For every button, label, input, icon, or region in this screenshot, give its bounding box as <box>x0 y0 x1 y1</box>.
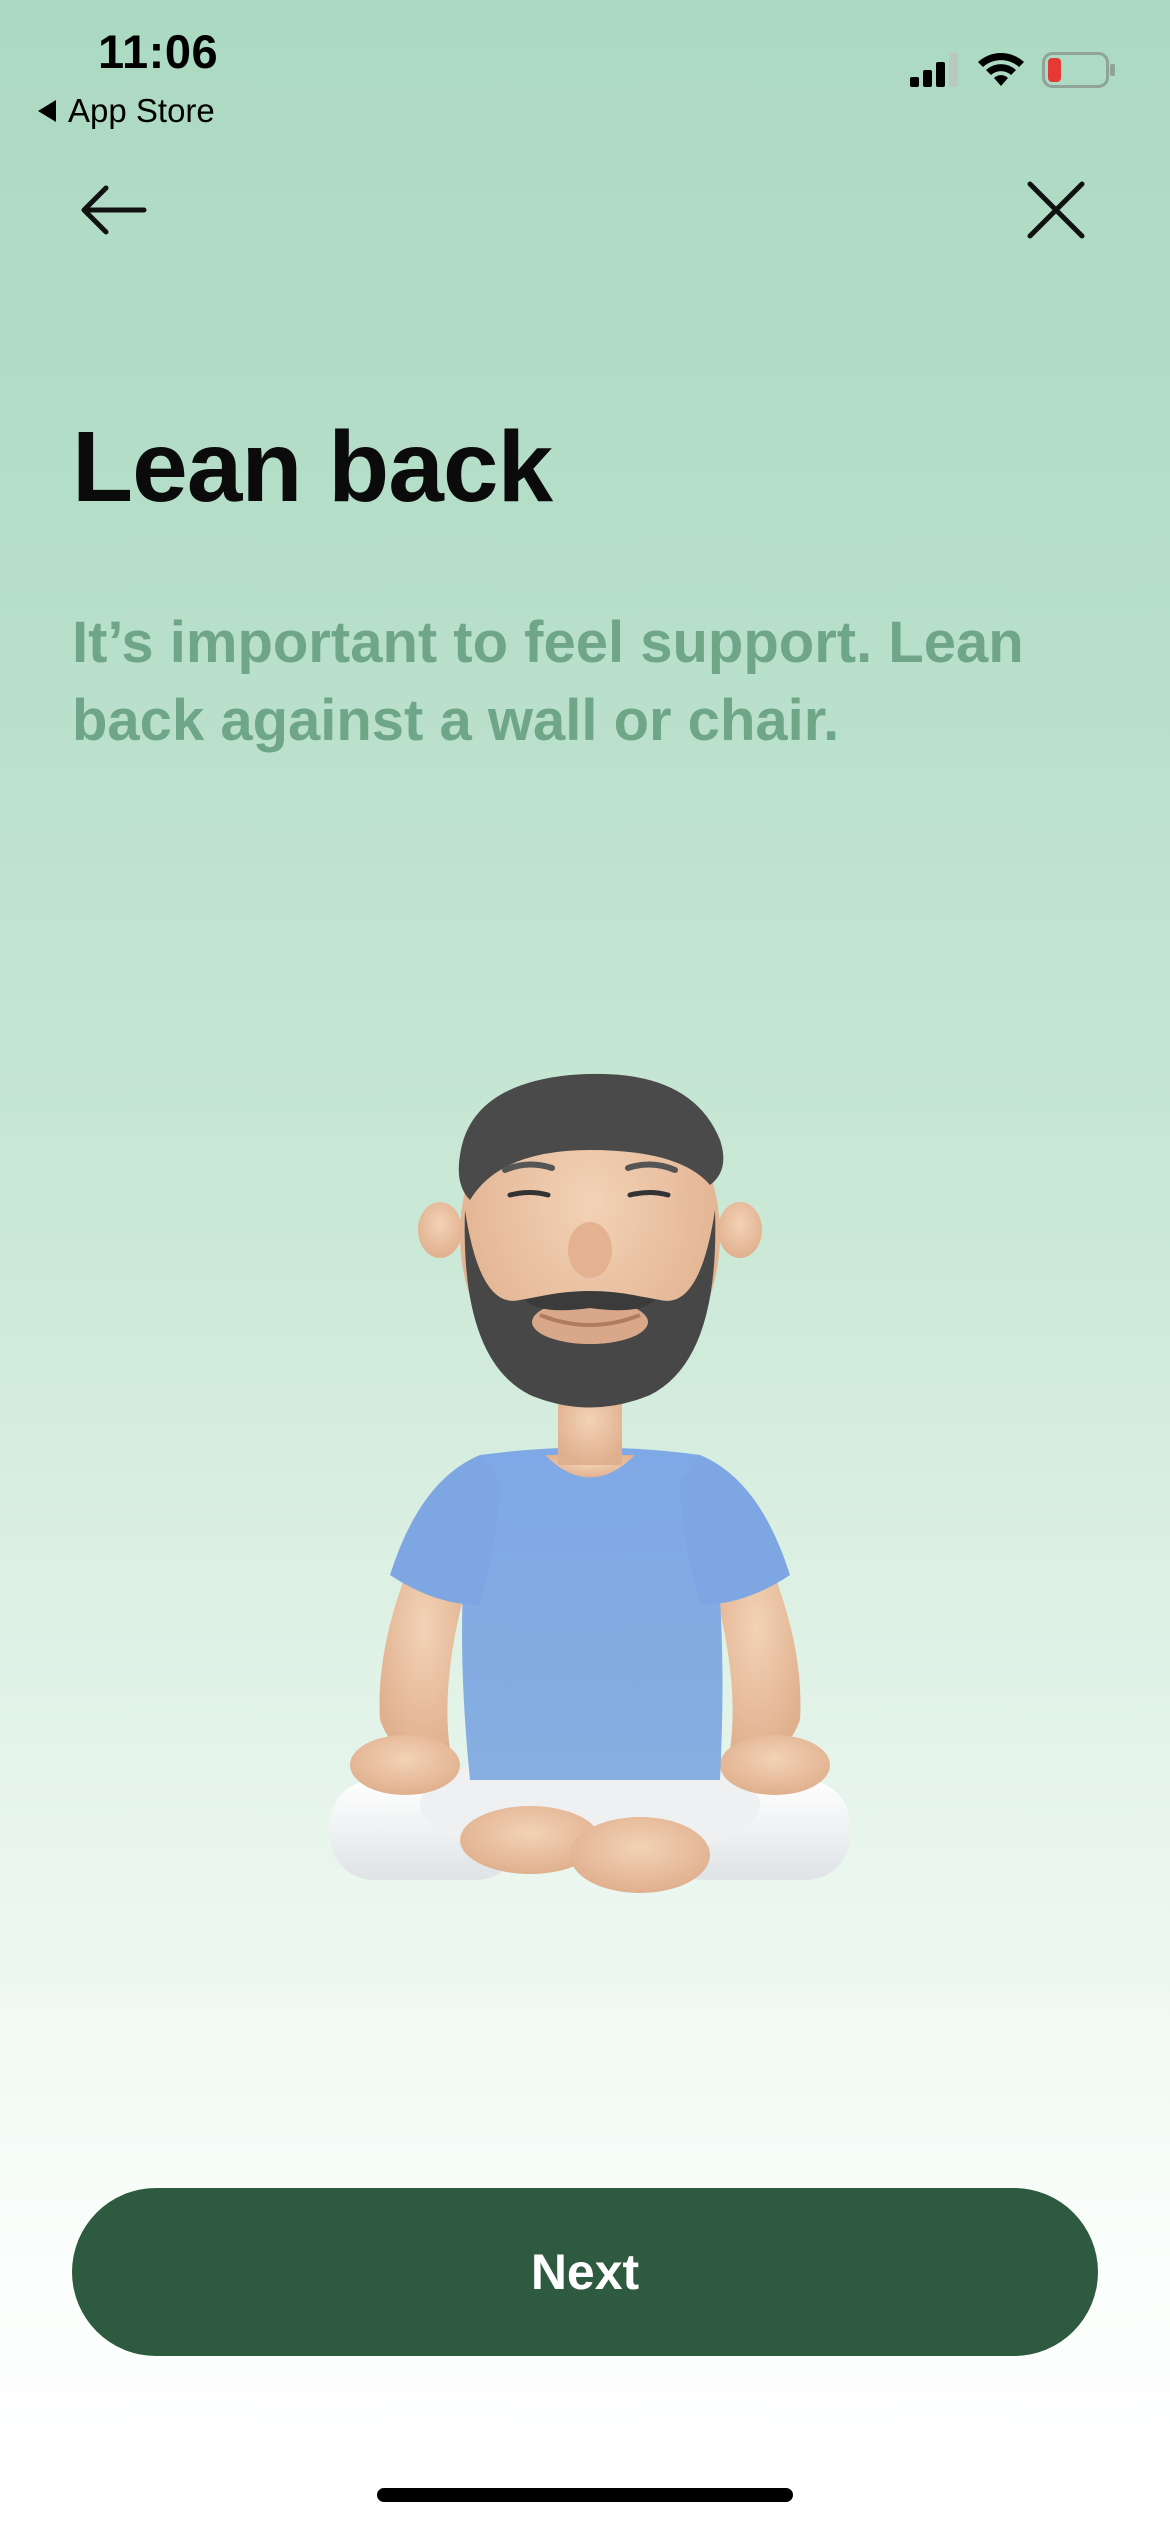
right-foot <box>570 1817 710 1893</box>
left-ear <box>418 1202 462 1258</box>
right-sleeve <box>680 1455 790 1605</box>
meditating-man-illustration <box>330 1073 850 1893</box>
back-button[interactable] <box>74 170 154 250</box>
close-button[interactable] <box>1016 170 1096 250</box>
next-button[interactable]: Next <box>72 2188 1098 2356</box>
wifi-icon <box>978 53 1024 86</box>
battery-low-icon <box>1042 52 1115 88</box>
arrow-left-icon <box>81 185 147 235</box>
nose <box>568 1222 612 1278</box>
back-triangle-icon <box>38 100 56 122</box>
status-bar: 11:06 App Store <box>0 0 1170 150</box>
home-indicator[interactable] <box>377 2488 793 2502</box>
back-app-label: App Store <box>68 92 215 129</box>
page-title: Lean back <box>72 411 553 523</box>
cellular-signal-icon <box>910 53 958 87</box>
left-hand <box>350 1735 460 1795</box>
page-subtitle: It’s important to feel support. Lean bac… <box>72 610 1024 753</box>
back-to-app-store-link[interactable]: App Store <box>38 92 215 130</box>
close-icon <box>1027 181 1085 239</box>
left-sleeve <box>390 1455 500 1605</box>
right-ear <box>718 1202 762 1258</box>
right-hand <box>720 1735 830 1795</box>
status-icons <box>910 52 1116 88</box>
right-eye <box>627 1190 671 1198</box>
left-eye <box>507 1190 551 1198</box>
status-time: 11:06 <box>98 25 219 78</box>
